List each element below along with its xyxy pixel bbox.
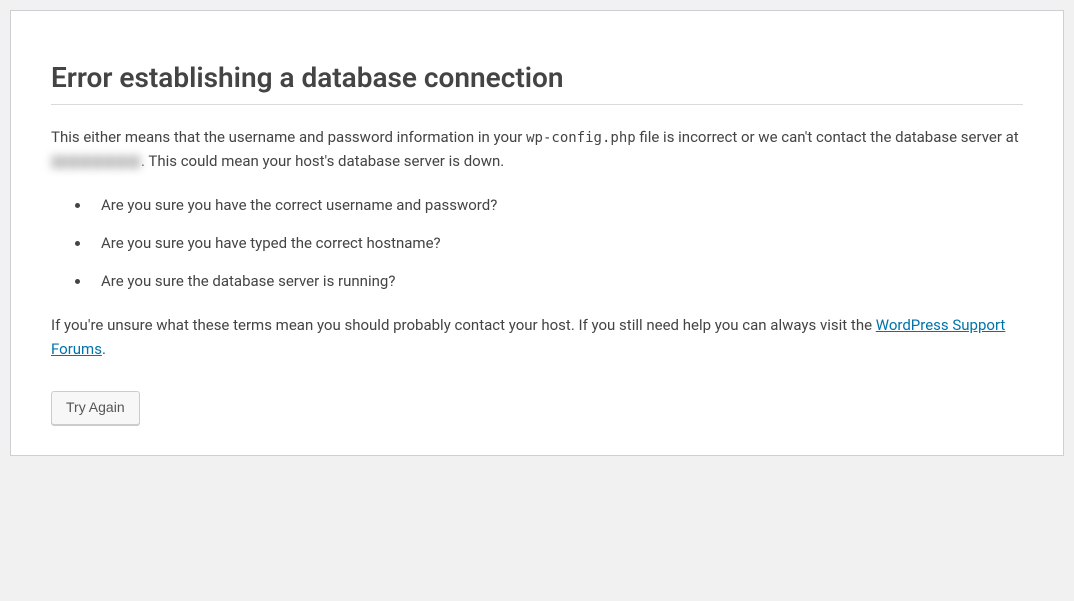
error-page: Error establishing a database connection… [10, 10, 1064, 456]
check-item: Are you sure you have typed the correct … [91, 231, 1023, 255]
try-again-button[interactable]: Try Again [51, 391, 140, 425]
para1-text-b: file is incorrect or we can't contact th… [636, 128, 1019, 146]
config-filename: wp-config.php [526, 130, 636, 146]
para2-text-b: . [102, 340, 106, 358]
para2-text-a: If you're unsure what these terms mean y… [51, 316, 876, 334]
help-paragraph: If you're unsure what these terms mean y… [51, 313, 1023, 361]
para1-text-a: This either means that the username and … [51, 128, 526, 146]
check-item: Are you sure the database server is runn… [91, 269, 1023, 293]
check-item: Are you sure you have the correct userna… [91, 193, 1023, 217]
redacted-hostname [51, 155, 141, 169]
error-description: This either means that the username and … [51, 125, 1023, 173]
para1-text-c: . This could mean your host's database s… [141, 152, 504, 170]
check-list: Are you sure you have the correct userna… [91, 193, 1023, 293]
page-title: Error establishing a database connection [51, 61, 1023, 105]
